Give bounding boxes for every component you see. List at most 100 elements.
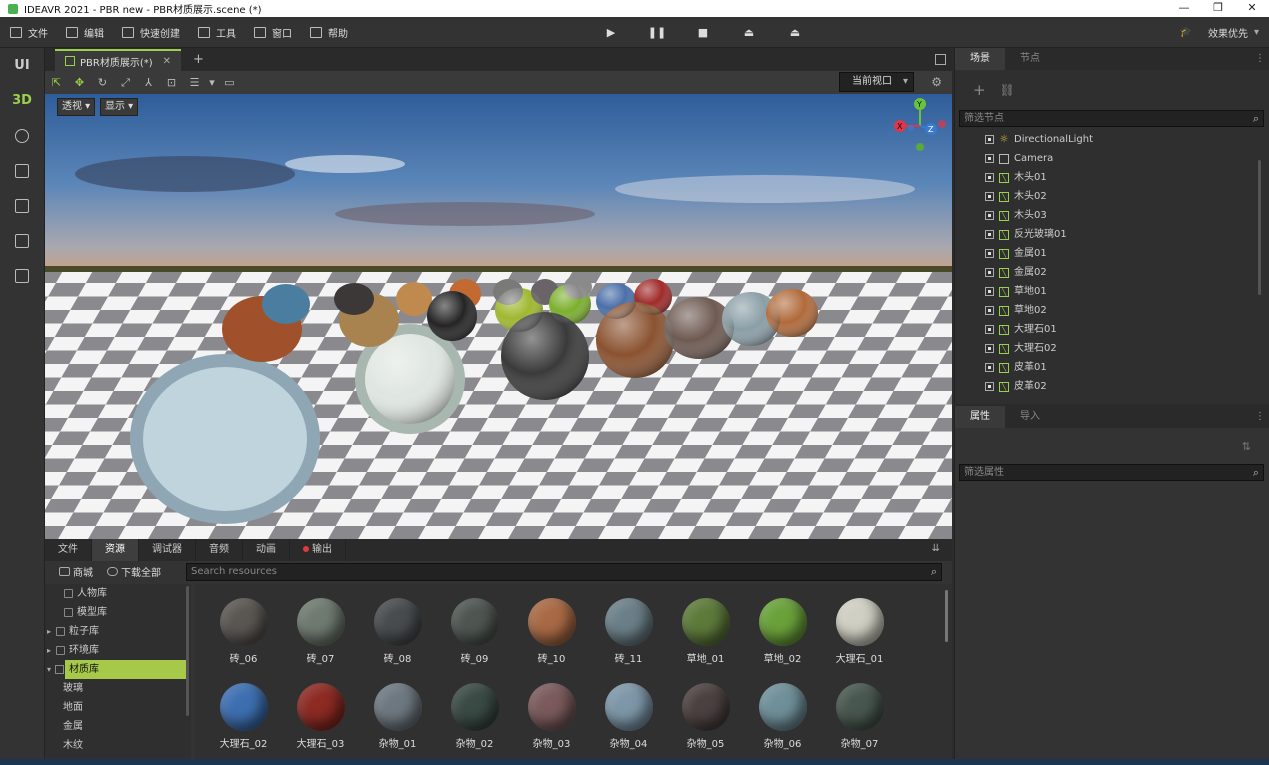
tab-properties[interactable]: 属性	[955, 406, 1005, 428]
tab-nodes[interactable]: 节点	[1005, 48, 1055, 70]
menu-edit[interactable]: 编辑	[66, 17, 104, 48]
tree-item-models[interactable]: 模型库	[45, 603, 191, 622]
stop-button[interactable]: ■	[680, 26, 726, 39]
property-filter-input[interactable]: 筛选属性 ⌕	[959, 464, 1264, 481]
store-button[interactable]: 商城	[59, 564, 93, 579]
layout-tool-icon[interactable]: ☰	[183, 71, 206, 94]
scene-node[interactable]: ╲ 皮革02	[955, 377, 1269, 396]
tree-item-characters[interactable]: 人物库	[45, 584, 191, 603]
visibility-checkbox[interactable]	[985, 363, 994, 372]
3d-viewport[interactable]: Y X Z 透视 ▾ 显示 ▾	[45, 94, 952, 539]
search-icon[interactable]: ⌕	[931, 564, 937, 580]
scene-node[interactable]: ╲ 大理石01	[955, 320, 1269, 339]
tree-item-materials[interactable]: 材质库	[65, 660, 187, 679]
scene-scrollbar[interactable]	[1258, 160, 1261, 295]
material-item[interactable]: 杂物_03	[513, 665, 590, 750]
visibility-checkbox[interactable]	[985, 268, 994, 277]
chevron-right-icon[interactable]: ▸	[47, 641, 56, 660]
sidebar-settings[interactable]	[0, 188, 44, 223]
tab-audio[interactable]: 音频	[196, 539, 243, 561]
sidebar-store[interactable]	[0, 153, 44, 188]
material-item[interactable]: 砖_10	[513, 580, 590, 665]
camera-tool-icon[interactable]: ▭	[218, 71, 241, 94]
material-item[interactable]: 杂物_07	[821, 665, 898, 750]
visibility-checkbox[interactable]	[985, 173, 994, 182]
visibility-checkbox[interactable]	[985, 154, 994, 163]
material-item[interactable]: 大理石_01	[821, 580, 898, 665]
tree-item-ground[interactable]: 地面	[45, 698, 191, 717]
material-item[interactable]: 大理石_02	[205, 665, 282, 750]
tree-item-particles[interactable]: ▸ 粒子库	[45, 622, 191, 641]
tree-item-metal[interactable]: 金属	[45, 717, 191, 736]
node-filter-input[interactable]: 筛选节点 ⌕	[959, 110, 1264, 127]
snap-tool-icon[interactable]: ⊡	[160, 71, 183, 94]
scene-node[interactable]: ╲ 木头01	[955, 168, 1269, 187]
scene-node[interactable]: ╲ 大理石02	[955, 339, 1269, 358]
scene-node[interactable]: ╲ 反光玻璃01	[955, 225, 1269, 244]
material-item[interactable]: 杂物_06	[744, 665, 821, 750]
tab-resources[interactable]: 资源	[92, 539, 139, 561]
minimize-button[interactable]: —	[1167, 0, 1201, 17]
menu-quick-create[interactable]: 快速创建	[122, 17, 180, 48]
search-icon[interactable]: ⌕	[1253, 465, 1259, 480]
sidebar-ui[interactable]: UI	[0, 48, 44, 83]
more-icon[interactable]: ⋮	[1255, 411, 1265, 422]
tab-import[interactable]: 导入	[1005, 406, 1055, 428]
close-tab-icon[interactable]: ✕	[163, 56, 171, 67]
chevron-right-icon[interactable]: ▸	[47, 622, 56, 641]
chevron-down-icon[interactable]: ▾	[47, 660, 51, 679]
material-item[interactable]: 杂物_05	[667, 665, 744, 750]
more-icon[interactable]: ⋮	[1255, 53, 1265, 64]
tree-scrollbar[interactable]	[186, 586, 189, 716]
menu-window[interactable]: 窗口	[254, 17, 292, 48]
gear-icon[interactable]: ⚙	[931, 75, 942, 89]
menu-tools[interactable]: 工具	[198, 17, 236, 48]
sidebar-exit[interactable]	[0, 258, 44, 293]
scene-node[interactable]: ╲ 草地01	[955, 282, 1269, 301]
visibility-checkbox[interactable]	[985, 192, 994, 201]
grid-scrollbar[interactable]	[945, 590, 948, 642]
tab-file[interactable]: 文件	[45, 539, 92, 561]
scale-tool-icon[interactable]: ⤢	[114, 71, 137, 94]
tab-scene-tree[interactable]: 场景	[955, 48, 1005, 70]
quality-select[interactable]: 🎓 效果优先 ▾	[1180, 17, 1259, 48]
material-item[interactable]: 砖_11	[590, 580, 667, 665]
close-button[interactable]: ✕	[1235, 0, 1269, 17]
tab-output[interactable]: 输出	[290, 539, 346, 561]
material-item[interactable]: 杂物_02	[436, 665, 513, 750]
scene-node[interactable]: ╲ 皮革01	[955, 358, 1269, 377]
visibility-checkbox[interactable]	[985, 211, 994, 220]
visibility-checkbox[interactable]	[985, 325, 994, 334]
menu-help[interactable]: 帮助	[310, 17, 348, 48]
move-tool-icon[interactable]: ✥	[68, 71, 91, 94]
play-button[interactable]: ▶	[588, 26, 634, 39]
view-select[interactable]: 当前视口	[839, 72, 914, 92]
scene-node[interactable]: ╲ 木头03	[955, 206, 1269, 225]
build-button[interactable]: ⏏	[726, 26, 772, 39]
material-item[interactable]: 杂物_04	[590, 665, 667, 750]
collapse-icon[interactable]: ⇊	[932, 543, 940, 554]
scene-node[interactable]: Camera	[955, 149, 1269, 168]
visibility-checkbox[interactable]	[985, 287, 994, 296]
material-item[interactable]: 砖_08	[359, 580, 436, 665]
scene-node[interactable]: ╲ 金属01	[955, 244, 1269, 263]
pivot-tool-icon[interactable]: ⅄	[137, 71, 160, 94]
perspective-button[interactable]: 透视 ▾	[57, 98, 96, 116]
tree-item-wood[interactable]: 木纹	[45, 736, 191, 755]
material-item[interactable]: 砖_07	[282, 580, 359, 665]
scene-node[interactable]: ╲ 木头02	[955, 187, 1269, 206]
select-tool-icon[interactable]: ⇱	[45, 71, 68, 94]
restore-button[interactable]: ❐	[1201, 0, 1235, 17]
search-icon[interactable]: ⌕	[1253, 111, 1259, 126]
rotate-tool-icon[interactable]: ↻	[91, 71, 114, 94]
visibility-checkbox[interactable]	[985, 344, 994, 353]
sidebar-path[interactable]	[0, 118, 44, 153]
material-item[interactable]: 大理石_03	[282, 665, 359, 750]
menu-file[interactable]: 文件	[10, 17, 48, 48]
visibility-checkbox[interactable]	[985, 306, 994, 315]
tab-debugger[interactable]: 调试器	[139, 539, 196, 561]
material-item[interactable]: 杂物_01	[359, 665, 436, 750]
visibility-checkbox[interactable]	[985, 135, 994, 144]
maximize-viewport-icon[interactable]	[935, 54, 946, 65]
material-item[interactable]: 草地_02	[744, 580, 821, 665]
